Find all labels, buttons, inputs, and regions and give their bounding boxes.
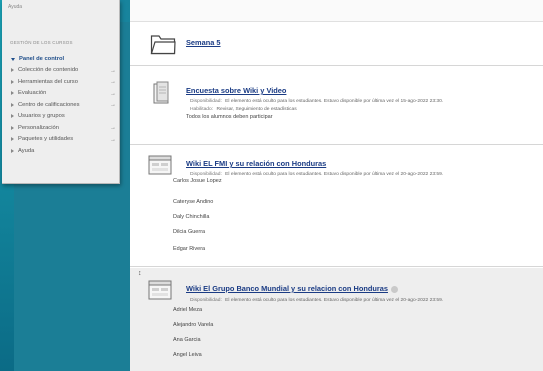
list-item: Cateryse Andino	[173, 199, 214, 205]
collapsed-triangle-icon	[11, 137, 14, 142]
survey-icon	[153, 81, 169, 104]
list-item: Adriel Meza	[173, 307, 203, 313]
arrow-right-icon: →	[110, 102, 116, 108]
list-item: Ana Garcia	[173, 337, 201, 343]
menu-item-personalizacion[interactable]: Personalización →	[2, 122, 120, 134]
collapsed-triangle-icon	[11, 148, 14, 153]
sidebar-section-title: GESTIÓN DE LOS CURSOS	[10, 40, 73, 45]
availability-text: El elemento está oculto para los estudia…	[225, 99, 444, 104]
menu-item-label: Evaluación	[18, 90, 47, 97]
menu-item-ayuda[interactable]: Ayuda	[2, 145, 120, 157]
availability-line: Disponibilidad: El elemento está oculto …	[190, 172, 443, 177]
enabled-text: Revisar, Seguimiento de estadísticas	[216, 107, 297, 112]
arrow-right-icon: →	[110, 79, 116, 85]
menu-item-label: Centro de calificaciones	[18, 101, 80, 108]
drag-handle-icon[interactable]: ↕	[138, 270, 142, 277]
availability-text: El elemento está oculto para los estudia…	[225, 298, 444, 303]
collapsed-triangle-icon	[11, 91, 14, 96]
availability-label: Disponibilidad:	[190, 298, 222, 303]
menu-item-label: Paquetes y utilidades	[18, 136, 74, 143]
content-area: Semana 5 Encuesta sobre Wiki y Video Dis…	[130, 0, 543, 371]
menu-item-herramientas-del-curso[interactable]: Herramientas del curso →	[2, 76, 120, 88]
content-top-bar	[130, 0, 543, 22]
availability-line: Disponibilidad: El elemento está oculto …	[190, 298, 443, 303]
item-title-text: Wiki El Grupo Banco Mundial y su relacio…	[186, 284, 388, 293]
availability-line: Disponibilidad: El elemento está oculto …	[190, 99, 443, 104]
item-title-link[interactable]: Encuesta sobre Wiki y Video	[186, 86, 286, 95]
availability-label: Disponibilidad:	[190, 99, 222, 104]
arrow-right-icon: →	[110, 136, 116, 143]
expand-triangle-icon	[11, 57, 15, 61]
list-item: Dilcia Guerra	[173, 229, 206, 235]
arrow-right-icon: →	[110, 125, 116, 131]
menu-item-label: Usuarios y grupos	[18, 113, 65, 120]
menu-item-label: Ayuda	[18, 147, 35, 154]
menu-item-panel-de-control[interactable]: Panel de control	[2, 53, 120, 65]
item-title-link[interactable]: Wiki El Grupo Banco Mundial y su relacio…	[186, 284, 398, 293]
menu-item-label: Colección de contenido	[18, 67, 79, 74]
participant-list: Carlos Josue Lopez Cateryse Andino Daly …	[173, 178, 222, 261]
sidebar-crumb[interactable]: Ayuda	[8, 4, 22, 10]
menu-item-evaluacion[interactable]: Evaluación →	[2, 88, 120, 100]
collapsed-triangle-icon	[11, 102, 14, 107]
wiki-icon	[148, 280, 172, 300]
course-management-menu: Panel de control Colección de contenido …	[2, 53, 120, 157]
folder-icon	[150, 35, 176, 55]
content-item-survey: Encuesta sobre Wiki y Video Disponibilid…	[130, 66, 543, 145]
arrow-right-icon: →	[110, 67, 116, 74]
collapsed-triangle-icon	[11, 68, 14, 73]
course-management-sidebar: Ayuda GESTIÓN DE LOS CURSOS Panel de con…	[2, 0, 120, 184]
menu-item-paquetes-y-utilidades[interactable]: Paquetes y utilidades →	[2, 134, 120, 146]
content-item-wiki: Wiki EL FMI y su relación con Honduras D…	[130, 145, 543, 267]
list-item: Carlos Josue Lopez	[173, 178, 222, 184]
participant-list: Adriel Meza Alejandro Varela Ana Garcia …	[173, 307, 213, 367]
item-title-link[interactable]: Semana 5	[186, 38, 221, 47]
arrow-right-icon: →	[110, 90, 116, 97]
collapsed-triangle-icon	[11, 125, 14, 130]
enabled-line: Habilitado: Revisar, Seguimiento de esta…	[190, 107, 297, 112]
content-item-folder: Semana 5	[130, 22, 543, 66]
options-menu-icon[interactable]	[390, 285, 398, 293]
enabled-label: Habilitado:	[190, 107, 214, 112]
list-item: Daly Chinchilla	[173, 214, 210, 220]
menu-item-centro-de-calificaciones[interactable]: Centro de calificaciones →	[2, 99, 120, 111]
menu-item-label: Personalización	[18, 124, 59, 131]
list-item: Angel Leiva	[173, 352, 202, 358]
content-item-wiki-selected: ↕ Wiki El Grupo Banco Mundial y su relac…	[130, 268, 543, 371]
availability-label: Disponibilidad:	[190, 172, 222, 177]
item-note: Todos los alumnos deben participar	[186, 114, 273, 120]
list-item: Alejandro Varela	[173, 322, 214, 328]
menu-item-label: Panel de control	[19, 55, 65, 62]
availability-text: El elemento está oculto para los estudia…	[225, 172, 444, 177]
wiki-icon	[148, 155, 172, 175]
item-title-link[interactable]: Wiki EL FMI y su relación con Honduras	[186, 159, 326, 168]
menu-item-coleccion-de-contenido[interactable]: Colección de contenido →	[2, 65, 120, 77]
list-item: Edgar Rivera	[173, 246, 206, 252]
menu-item-label: Herramientas del curso	[18, 78, 78, 85]
collapsed-triangle-icon	[11, 114, 14, 119]
collapsed-triangle-icon	[11, 79, 14, 84]
menu-item-usuarios-y-grupos[interactable]: Usuarios y grupos	[2, 111, 120, 123]
